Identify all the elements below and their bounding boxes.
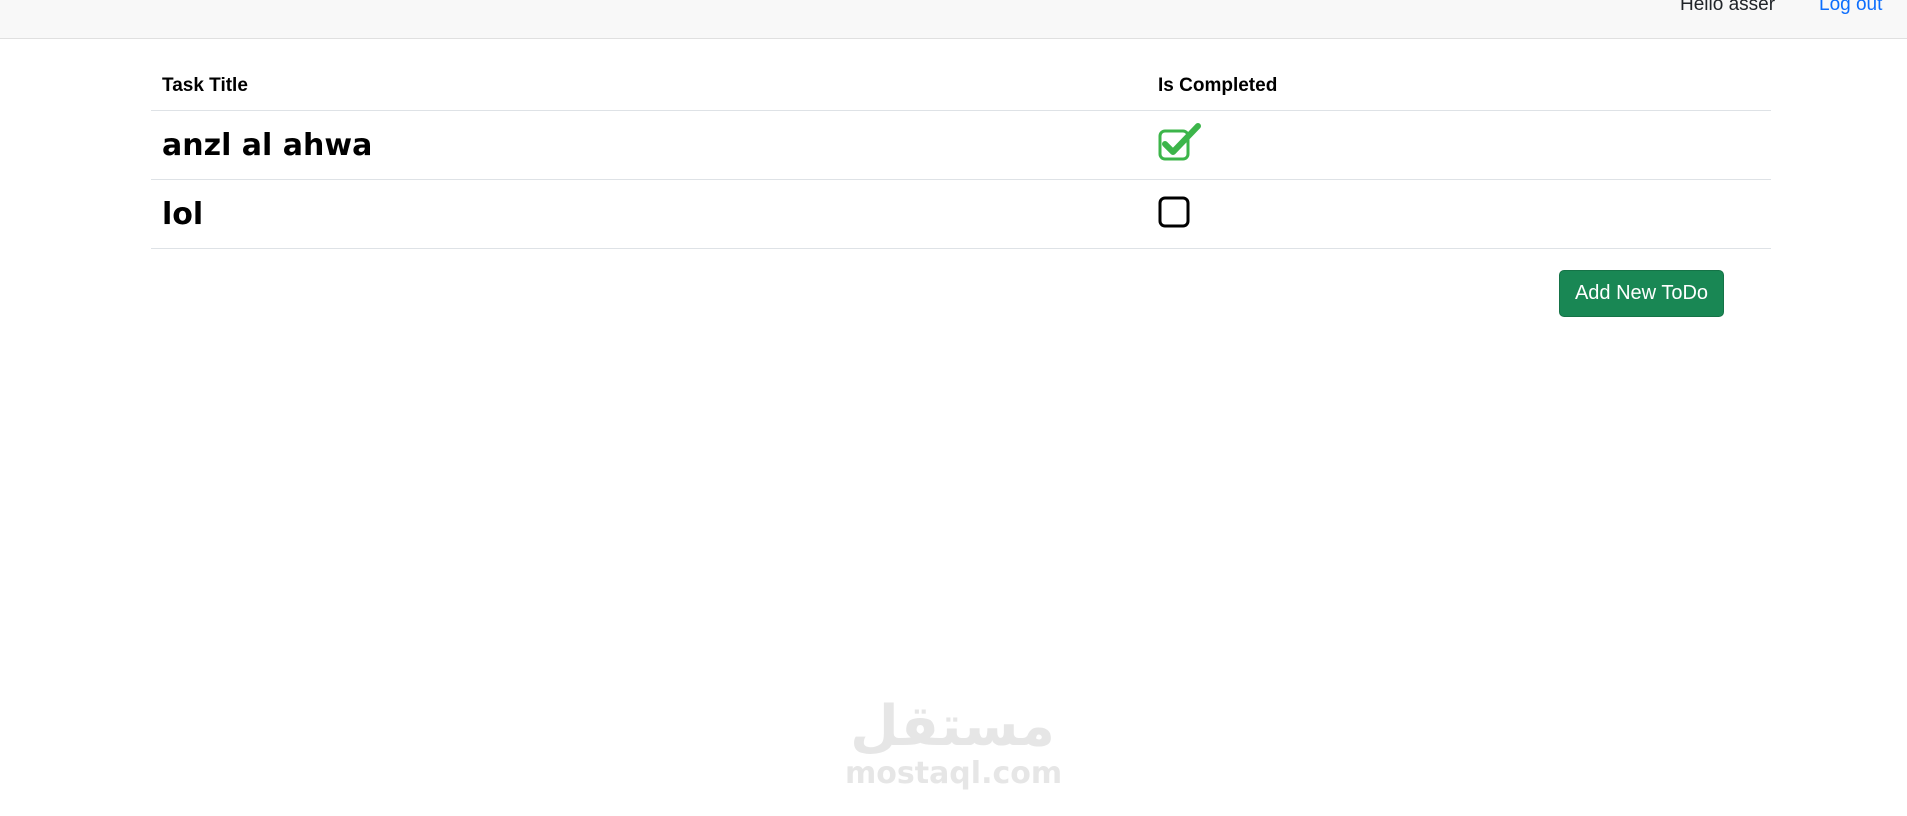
watermark: مستقل mostaql.com [845,694,1063,791]
task-title-cell: anzl al ahwa [151,110,1147,180]
todo-table: Task Title Is Completed anzl al ahwa lol [151,62,1771,249]
column-header-is-completed: Is Completed [1147,62,1771,111]
completed-cell [1147,179,1771,249]
table-row: anzl al ahwa [151,110,1771,180]
task-title-cell: lol [151,179,1147,249]
logout-link[interactable]: Log out [1819,0,1882,16]
completed-cell [1147,110,1771,180]
table-row: lol [151,179,1771,249]
watermark-latin: mostaql.com [845,756,1063,791]
checkbox-checked-icon[interactable] [1158,122,1202,163]
watermark-arabic: مستقل [850,694,1055,759]
table-header-row: Task Title Is Completed [151,62,1771,111]
top-navbar: Hello asser Log out [0,0,1907,39]
column-header-task-title: Task Title [151,62,1147,111]
user-greeting: Hello asser [1680,0,1776,15]
task-title: lol [162,196,204,232]
add-new-todo-button[interactable]: Add New ToDo [1559,270,1724,317]
checkbox-empty-icon[interactable] [1158,192,1202,232]
task-title: anzl al ahwa [162,127,373,163]
